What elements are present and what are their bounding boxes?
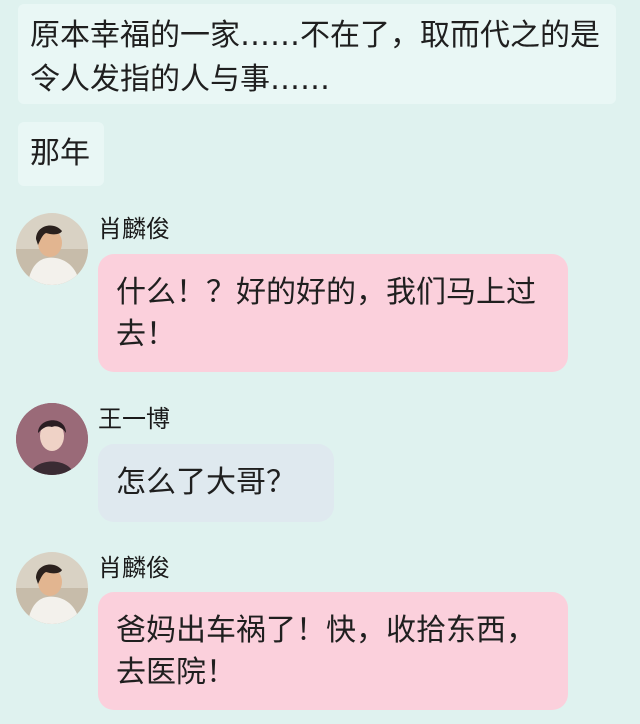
narration-text: 那年 (30, 136, 90, 171)
man-reclining-avatar[interactable] (16, 552, 88, 624)
sender-name: 肖麟俊 (98, 215, 170, 243)
man-reclining-avatar[interactable] (16, 213, 88, 285)
young-man-portrait-avatar[interactable] (16, 403, 88, 475)
narration-box: 原本幸福的一家……不在了，取而代之的是令人发指的人与事…… (18, 4, 616, 104)
sender-name: 肖麟俊 (98, 554, 170, 582)
message-text: 什么！？好的好的，我们马上过去！ (116, 275, 536, 352)
narration-box: 那年 (18, 122, 104, 186)
message-text: 爸妈出车祸了！快，收拾东西，去医院！ (116, 613, 536, 690)
message-bubble[interactable]: 爸妈出车祸了！快，收拾东西，去医院！ (98, 592, 568, 710)
sender-name: 王一博 (98, 405, 170, 433)
message-bubble[interactable]: 怎么了大哥？ (98, 444, 334, 522)
narration-text: 原本幸福的一家……不在了，取而代之的是令人发指的人与事…… (30, 18, 600, 97)
message-bubble[interactable]: 什么！？好的好的，我们马上过去！ (98, 254, 568, 372)
message-text: 怎么了大哥？ (116, 465, 296, 500)
